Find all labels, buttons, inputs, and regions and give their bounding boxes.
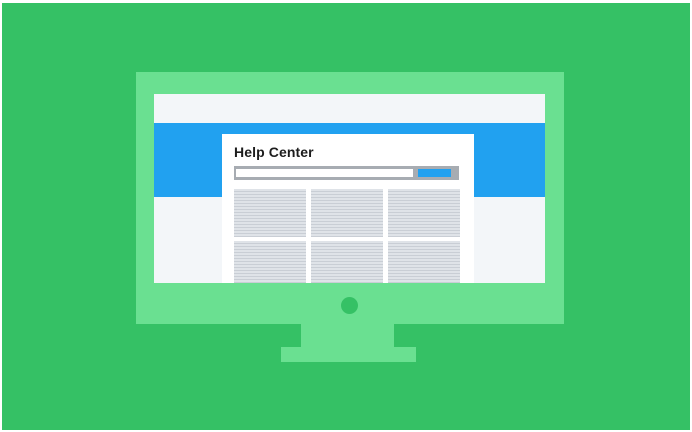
article-tile-1 [234,189,306,237]
search-input [236,169,413,177]
search-bar [234,166,459,180]
search-button [418,169,451,177]
article-tile-2 [311,189,383,237]
article-tile-3 [388,189,460,237]
article-tile-4 [234,241,306,283]
illustration-canvas: Help Center [2,3,690,430]
monitor-stand-neck [301,324,394,348]
power-indicator-icon [341,297,358,314]
article-tile-5 [311,241,383,283]
monitor-stand-base [281,347,416,362]
monitor-screen: Help Center [154,94,545,283]
help-center-card: Help Center [222,134,474,283]
monitor-bezel: Help Center [136,72,564,324]
help-center-title: Help Center [234,144,314,160]
article-tile-6 [388,241,460,283]
